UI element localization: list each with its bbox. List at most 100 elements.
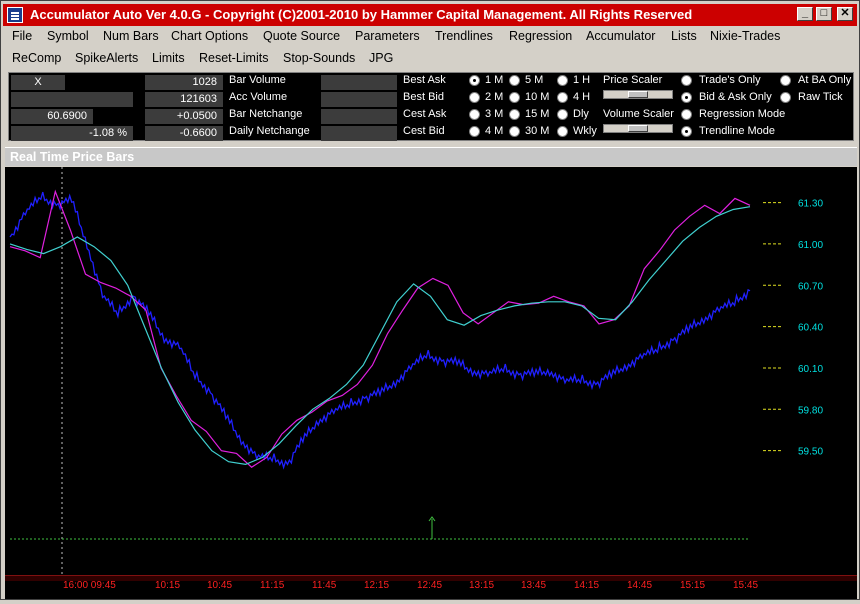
volume-scaler-slider[interactable] [603, 124, 673, 133]
y-tick-label: 61.30 [798, 199, 823, 210]
x-tick-label: 13:45 [521, 580, 546, 591]
timeframe-label: 4 H [573, 91, 591, 103]
mode-label: At BA Only [798, 74, 852, 86]
x-tick-label: 16:00 09:45 [63, 580, 116, 591]
best-bid-value [321, 92, 397, 107]
menu-num-bars[interactable]: Num Bars [103, 29, 159, 43]
timeframe-radio[interactable] [509, 126, 520, 137]
menu-jpg[interactable]: JPG [369, 51, 393, 65]
window-title: Accumulator Auto Ver 4.0.G - Copyright (… [30, 7, 693, 22]
mode-label: Trendline Mode [699, 125, 776, 137]
chart-canvas[interactable]: 61.30 61.00 60.70 60.40 60.10 59.80 59.50 16:00… [5, 167, 857, 599]
mode-label: Raw Tick [798, 91, 843, 103]
menu-nixie-trades[interactable]: Nixie-Trades [710, 29, 780, 43]
y-tick-label: 61.00 [798, 240, 823, 251]
timeframe-radio[interactable] [469, 109, 480, 120]
cest-bid-value [321, 126, 397, 141]
bar-netchange-value: +0.0500 [145, 109, 223, 124]
x-tick-label: 10:45 [207, 580, 232, 591]
volume-scaler-label: Volume Scaler [603, 108, 674, 120]
slider-thumb[interactable] [628, 125, 648, 132]
menu-spikealerts[interactable]: SpikeAlerts [75, 51, 138, 65]
menu-file[interactable]: File [12, 29, 32, 43]
menu-lists[interactable]: Lists [671, 29, 697, 43]
x-tick-label: 13:15 [469, 580, 494, 591]
menu-limits[interactable]: Limits [152, 51, 185, 65]
chart-header: Real Time Price Bars [5, 147, 857, 166]
slider-thumb[interactable] [628, 91, 648, 98]
timeframe-label: 4 M [485, 125, 504, 137]
x-tick-label: 15:15 [680, 580, 705, 591]
timeframe-radio[interactable] [469, 92, 480, 103]
timeframe-label: 30 M [525, 125, 550, 137]
bar-volume-label: Bar Volume [229, 74, 286, 86]
cest-ask-label: Cest Ask [403, 108, 447, 120]
x-tick-label: 14:15 [574, 580, 599, 591]
cest-bid-label: Cest Bid [403, 125, 445, 137]
title-bar[interactable]: Accumulator Auto Ver 4.0.G - Copyright (… [3, 4, 857, 26]
menu-recomp[interactable]: ReComp [12, 51, 61, 65]
mode-radio[interactable] [681, 126, 692, 137]
menu-accumulator[interactable]: Accumulator [586, 29, 655, 43]
price-field: 60.6900 [11, 109, 93, 124]
timeframe-label: 2 M [485, 91, 504, 103]
menu-regression[interactable]: Regression [509, 29, 572, 43]
menu-stop-sounds[interactable]: Stop-Sounds [283, 51, 355, 65]
cyan-series [9, 206, 751, 466]
symbol-box[interactable]: X [11, 75, 65, 90]
x-tick-label: 10:15 [155, 580, 180, 591]
mode-label: Trade's Only [699, 74, 761, 86]
acc-volume-value: 121603 [145, 92, 223, 107]
timeframe-radio[interactable] [509, 109, 520, 120]
timeframe-radio[interactable] [557, 109, 568, 120]
x-tick-label: 11:15 [260, 580, 285, 591]
maximize-button[interactable]: □ [816, 7, 832, 21]
bar-netchange-label: Bar Netchange [229, 108, 303, 120]
menu-symbol[interactable]: Symbol [47, 29, 89, 43]
menu-trendlines[interactable]: Trendlines [435, 29, 493, 43]
app-icon[interactable] [7, 7, 23, 23]
bar-volume-value: 1028 [145, 75, 223, 90]
mode-radio[interactable] [681, 75, 692, 86]
timeframe-radio[interactable] [509, 92, 520, 103]
timeframe-label: 5 M [525, 74, 544, 86]
timeframe-radio[interactable] [469, 126, 480, 137]
x-tick-label: 12:15 [364, 580, 389, 591]
menu-reset-limits[interactable]: Reset-Limits [199, 51, 268, 65]
mode-label: Regression Mode [699, 108, 786, 120]
cest-ask-value [321, 109, 397, 124]
timeframe-radio[interactable] [509, 75, 520, 86]
menu-quote-source[interactable]: Quote Source [263, 29, 340, 43]
timeframe-radio[interactable] [469, 75, 480, 86]
minimize-button[interactable]: _ [797, 7, 813, 21]
chart-title: Real Time Price Bars [10, 150, 135, 164]
daily-netchange-value: -0.6600 [145, 126, 223, 141]
timeframe-radio[interactable] [557, 75, 568, 86]
close-button[interactable]: ✕ [837, 7, 853, 21]
timeframe-radio[interactable] [557, 126, 568, 137]
price-series [9, 191, 751, 470]
x-tick-label: 12:45 [417, 580, 442, 591]
mode-radio[interactable] [780, 75, 791, 86]
acc-volume-label: Acc Volume [229, 91, 288, 103]
timeframe-label: 15 M [525, 108, 550, 120]
timeframe-radio[interactable] [557, 92, 568, 103]
empty-field [11, 92, 133, 107]
y-tick-label: 59.50 [798, 447, 823, 458]
timeframe-label: 10 M [525, 91, 550, 103]
daily-netchange-label: Daily Netchange [229, 125, 310, 137]
mode-radio[interactable] [681, 92, 692, 103]
y-tick-label: 59.80 [798, 405, 823, 416]
mode-label: Bid & Ask Only [699, 91, 772, 103]
timeframe-label: 1 H [573, 74, 591, 86]
best-bid-label: Best Bid [403, 91, 444, 103]
price-chart[interactable]: 61.30 61.00 60.70 60.40 60.10 59.80 59.50 16:00… [5, 167, 857, 599]
mode-radio[interactable] [681, 109, 692, 120]
app-window: Accumulator Auto Ver 4.0.G - Copyright (… [0, 0, 860, 600]
mode-radio[interactable] [780, 92, 791, 103]
quote-panel: X 60.6900 -1.08 % 1028 121603 +0.0500 -0… [8, 72, 854, 141]
y-tick-label: 60.40 [798, 323, 823, 334]
menu-parameters[interactable]: Parameters [355, 29, 420, 43]
menu-chart-options[interactable]: Chart Options [171, 29, 248, 43]
price-scaler-slider[interactable] [603, 90, 673, 99]
